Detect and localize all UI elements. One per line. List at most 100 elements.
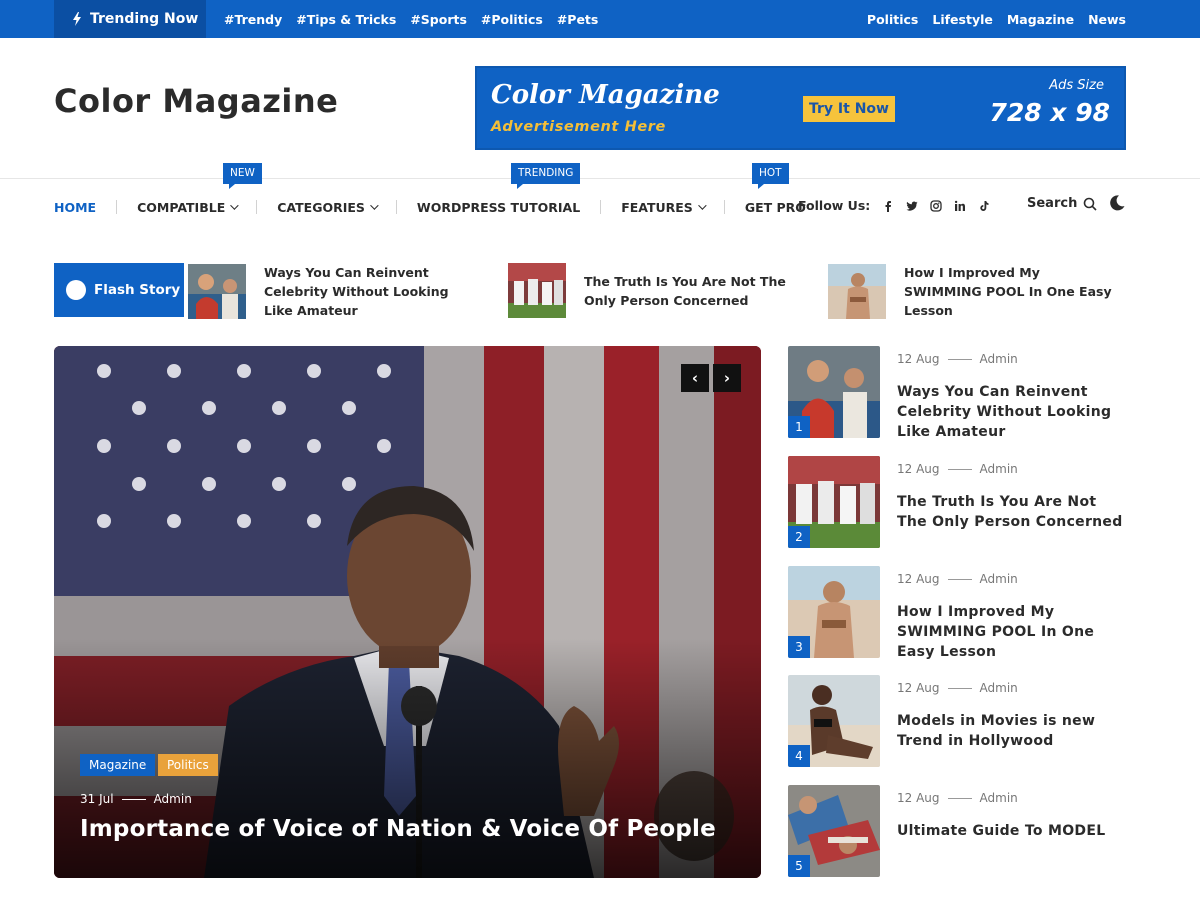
post-author[interactable]: Admin (980, 681, 1018, 695)
nav-label: HOME (54, 199, 97, 215)
nav-item-home[interactable]: HOME (54, 200, 96, 215)
twitter-icon[interactable] (906, 200, 918, 212)
post-author[interactable]: Admin (980, 352, 1018, 366)
dark-mode-toggle-icon[interactable] (1108, 194, 1126, 212)
post-rank-badge: 4 (788, 745, 810, 767)
slider-next-button[interactable]: › (713, 364, 741, 392)
nav-label: GET PRO (744, 199, 806, 215)
side-post-title[interactable]: Models in Movies is new Trend in Hollywo… (897, 711, 1129, 751)
nav-label: WORDPRESS TUTORIAL (416, 199, 581, 215)
nav-item-compatible[interactable]: COMPATIBLE (137, 199, 239, 215)
tag-link-pets[interactable]: #Pets (557, 12, 599, 27)
side-post-title[interactable]: Ways You Can Reinvent Celebrity Without … (897, 382, 1129, 442)
post-date: 12 Aug (897, 681, 940, 695)
site-logo[interactable]: Color Magazine (54, 82, 338, 120)
badge-hot: HOT (752, 163, 789, 189)
flash-item[interactable]: How I Improved My SWIMMING POOL In One E… (828, 263, 1114, 320)
side-post[interactable]: 3 12 Aug Admin How I Improved My SWIMMIN… (788, 566, 1126, 660)
nav-separator (723, 200, 725, 214)
ad-subtitle: Advertisement Here (491, 119, 666, 135)
chevron-right-icon: › (723, 369, 731, 387)
nav-label: COMPATIBLE (137, 199, 226, 215)
post-rank-badge: 2 (788, 526, 810, 548)
category-tag-politics[interactable]: Politics (158, 754, 218, 776)
instagram-icon[interactable] (930, 199, 942, 212)
nav-item-features[interactable]: FEATURES (621, 199, 707, 215)
post-date: 12 Aug (897, 791, 940, 805)
meta-dash (947, 468, 972, 470)
trending-tags: #Trendy #Tips & Tricks #Sports #Politics… (224, 0, 598, 38)
flash-item[interactable]: Ways You Can Reinvent Celebrity Without … (188, 263, 474, 320)
ad-banner[interactable]: Color Magazine Advertisement Here Try It… (475, 66, 1126, 150)
side-post-thumb: 4 (788, 675, 880, 767)
hero-meta: 31 Jul Admin (80, 792, 192, 806)
tag-link-trendy[interactable]: #Trendy (224, 12, 282, 27)
hero-slider[interactable]: ‹ › Magazine Politics 31 Jul Admin Impor… (54, 346, 761, 878)
tiktok-icon[interactable] (978, 200, 990, 212)
post-rank-badge: 3 (788, 636, 810, 658)
badge-trending: TRENDING (511, 163, 581, 189)
flash-thumb-image (188, 264, 246, 319)
side-post-thumb: 5 (788, 785, 880, 877)
nav-label: CATEGORIES (277, 199, 365, 215)
search-icon (1084, 197, 1097, 211)
ad-size-label: Ads Size (1049, 78, 1104, 93)
search-label: Search (1027, 196, 1078, 211)
nav-item-categories[interactable]: CATEGORIES (277, 199, 379, 215)
post-date: 12 Aug (897, 462, 940, 476)
top-link-news[interactable]: News (1088, 12, 1126, 27)
meta-dash (947, 797, 972, 799)
trending-now-label: Trending Now (54, 0, 206, 38)
hero-title[interactable]: Importance of Voice of Nation & Voice Of… (80, 816, 716, 842)
linkedin-icon[interactable] (954, 200, 966, 212)
tag-link-sports[interactable]: #Sports (410, 12, 467, 27)
chevron-left-icon: ‹ (691, 369, 699, 387)
follow-us-label: Follow Us: (798, 198, 871, 213)
header-divider (0, 178, 1200, 179)
flash-item-title: The Truth Is You Are Not The Only Person… (584, 273, 786, 308)
flash-story-label: Flash Story (54, 263, 184, 317)
flash-item[interactable]: The Truth Is You Are Not The Only Person… (508, 263, 794, 318)
tag-link-politics[interactable]: #Politics (481, 12, 543, 27)
side-post-title[interactable]: How I Improved My SWIMMING POOL In One E… (897, 602, 1129, 662)
chevron-down-icon (370, 201, 379, 210)
post-date: 12 Aug (897, 352, 940, 366)
post-author[interactable]: Admin (980, 462, 1018, 476)
try-it-now-button[interactable]: Try It Now (803, 96, 895, 122)
nav-item-get-pro[interactable]: GET PRO (745, 200, 806, 215)
top-link-lifestyle[interactable]: Lifestyle (932, 12, 993, 27)
side-post[interactable]: 2 12 Aug Admin The Truth Is You Are Not … (788, 456, 1126, 548)
side-post[interactable]: 4 12 Aug Admin Models in Movies is new T… (788, 675, 1126, 767)
side-post[interactable]: 5 12 Aug Admin Ultimate Guide To MODEL (788, 785, 1126, 877)
facebook-icon[interactable] (882, 200, 894, 212)
nav-label: FEATURES (621, 199, 693, 215)
nav-separator (395, 200, 397, 214)
slider-prev-button[interactable]: ‹ (681, 364, 709, 392)
side-post[interactable]: 1 12 Aug Admin Ways You Can Reinvent Cel… (788, 346, 1126, 440)
side-post-thumb: 3 (788, 566, 880, 658)
post-author[interactable]: Admin (980, 572, 1018, 586)
top-links: Politics Lifestyle Magazine News (867, 0, 1126, 38)
side-post-meta: 12 Aug Admin (897, 572, 1018, 586)
category-tag-magazine[interactable]: Magazine (80, 754, 156, 776)
post-author[interactable]: Admin (980, 791, 1018, 805)
top-link-magazine[interactable]: Magazine (1007, 12, 1074, 27)
meta-dash (947, 578, 972, 580)
chevron-down-icon (230, 201, 239, 210)
side-post-meta: 12 Aug Admin (897, 462, 1018, 476)
side-post-title[interactable]: Ultimate Guide To MODEL (897, 821, 1129, 841)
flash-thumb-image (508, 263, 566, 318)
hero-date: 31 Jul (80, 792, 114, 806)
side-post-meta: 12 Aug Admin (897, 681, 1018, 695)
flash-item-title: How I Improved My SWIMMING POOL In One E… (904, 265, 1112, 318)
nav-separator (116, 200, 118, 214)
tag-link-tips-tricks[interactable]: #Tips & Tricks (296, 12, 396, 27)
post-rank-badge: 5 (788, 855, 810, 877)
top-link-politics[interactable]: Politics (867, 12, 918, 27)
post-rank-badge: 1 (788, 416, 810, 438)
hero-author[interactable]: Admin (154, 792, 192, 806)
nav-item-wordpress-tutorial[interactable]: WORDPRESS TUTORIAL (417, 200, 580, 215)
trending-now-text: Trending Now (90, 11, 199, 27)
side-post-title[interactable]: The Truth Is You Are Not The Only Person… (897, 492, 1129, 532)
search-button[interactable]: Search (1027, 196, 1097, 211)
